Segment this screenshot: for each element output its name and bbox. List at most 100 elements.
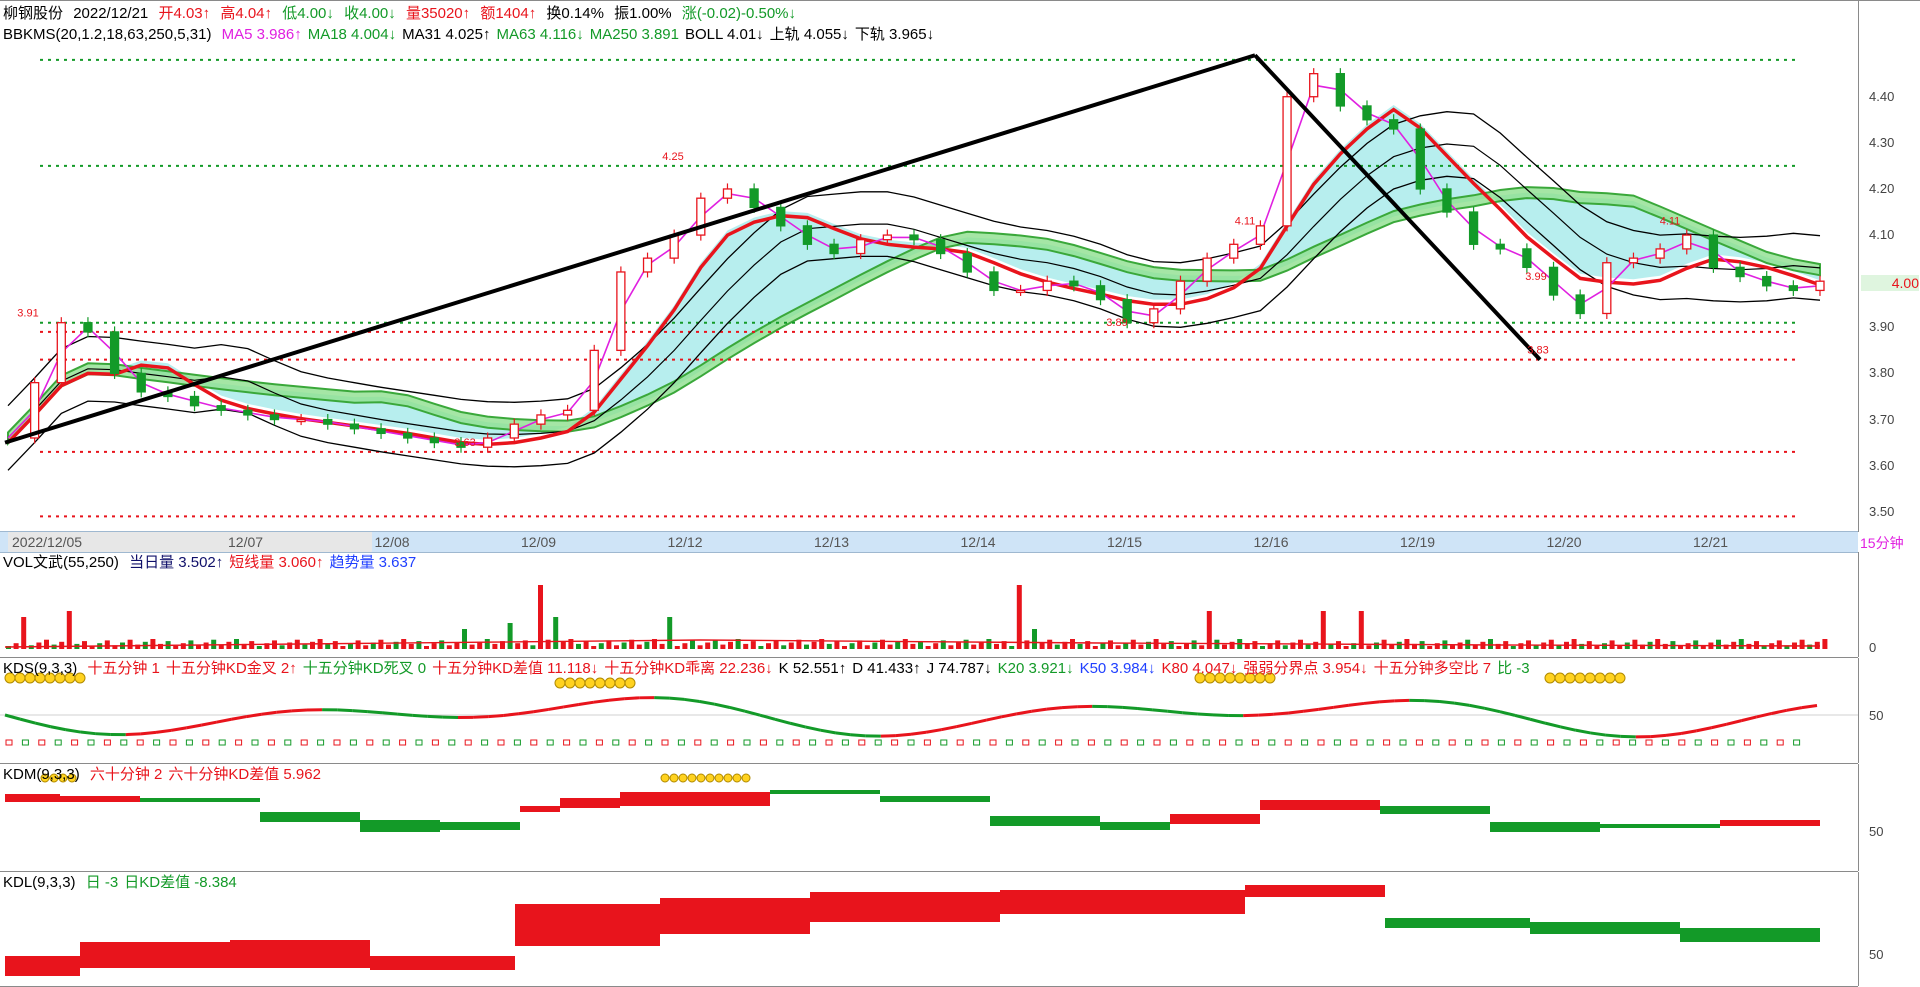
candle-body-52 — [1388, 119, 1399, 130]
vol-bar-151 — [1153, 639, 1159, 649]
kds-dot-66 — [1087, 739, 1095, 746]
kds-seg-117 — [1756, 712, 1773, 719]
vol-bar-132 — [1009, 646, 1015, 649]
kds-indicator-item-11: 强弱分界点 3.954↓ — [1243, 660, 1368, 677]
quote-turnover: 换0.14% — [546, 5, 604, 22]
vol-bar-72 — [553, 617, 559, 649]
kds-seg-10 — [140, 730, 157, 736]
kds-dot-74 — [1219, 739, 1227, 746]
kds-seg-29 — [427, 714, 443, 719]
candle-body-9 — [243, 409, 253, 416]
kds-dot-57 — [940, 739, 948, 746]
kds-seg-57 — [850, 733, 866, 738]
vol-bar-87 — [667, 617, 673, 649]
kds-dot-107 — [1760, 739, 1768, 746]
kds-coin-3-3 — [1574, 672, 1586, 684]
candle-body-43 — [1149, 308, 1159, 324]
vol-bar-114 — [872, 642, 878, 649]
price-chart-svg[interactable]: 3.91 4.25 3.63 3.89 4.11 3.83 3.99 4.11 — [0, 1, 1858, 532]
kds-seg-71 — [1061, 705, 1078, 710]
candle-body-37 — [989, 271, 999, 292]
vol-bar-201 — [1533, 645, 1539, 649]
vol-bar-171 — [1305, 644, 1311, 649]
kds-coin-3-4 — [1584, 672, 1596, 684]
vol-bar-98 — [750, 641, 756, 649]
candle-body-28 — [749, 188, 759, 209]
kds-indicator-name: KDS(9,3,3) — [3, 660, 78, 677]
kds-dot-71 — [1169, 739, 1177, 746]
kdm-step-7 — [560, 798, 620, 808]
vol-bar-136 — [1039, 642, 1045, 649]
kds-seg-55 — [820, 728, 836, 735]
kds-seg-41 — [608, 697, 625, 702]
vol-bar-144 — [1100, 643, 1106, 649]
kdl-pane[interactable]: KDL(9,3,3) 日 -3 日KD差值 -8.384 — [0, 872, 1858, 987]
kdm-step-17 — [1600, 824, 1720, 828]
kds-dot-93 — [1530, 739, 1538, 746]
vol-bar-4 — [36, 642, 42, 649]
vol-bar-19 — [150, 639, 156, 649]
price-pane[interactable]: 柳钢股份 2022/12/21 开4.03↑ 高4.04↑ 低4.00↓ 收4.… — [0, 0, 1858, 533]
kds-seg-6 — [80, 730, 96, 736]
kds-dot-15 — [251, 739, 259, 746]
price-tick-1: 4.30 — [1869, 134, 1895, 150]
candle-body-30 — [802, 225, 813, 245]
candle-body-14 — [376, 428, 386, 435]
kds-dot-24 — [399, 739, 407, 746]
price-tick-8: 3.60 — [1869, 457, 1895, 473]
kds-dot-33 — [546, 739, 554, 746]
price-annotation-6: 3.99 — [1525, 271, 1546, 283]
kdl-step-1 — [80, 942, 230, 968]
vol-bar-126 — [963, 639, 969, 649]
vol-bar-190 — [1450, 645, 1455, 649]
main-indicator-items: MA5 3.986↑ MA18 4.004↓ MA31 4.025↑ MA63 4.1… — [222, 26, 940, 43]
kds-seg-107 — [1605, 733, 1621, 738]
candle-body-45 — [1202, 257, 1212, 282]
kds-seg-5 — [65, 728, 81, 734]
vol-bar-129 — [986, 639, 992, 649]
price-annotation-4: 4.11 — [1235, 215, 1256, 227]
vol-bar-225 — [1716, 639, 1721, 649]
kds-seg-42 — [624, 696, 640, 701]
kds-seg-86 — [1288, 709, 1304, 715]
time-axis[interactable]: 2022/12/05 12/07 12/08 12/09 12/12 12/13 12/14… — [0, 531, 1858, 553]
kdl-step-0 — [5, 956, 80, 976]
kds-pane[interactable]: KDS(9,3,3) 十五分钟 1 十五分钟KD金叉 2↑ 十五分钟KD死叉 0 十五… — [0, 658, 1858, 764]
period-label[interactable]: 15分钟 — [1860, 533, 1904, 553]
vol-bar-130 — [994, 643, 999, 649]
vol-bar-75 — [576, 643, 581, 649]
kds-indicator-item-12: 十五分钟多空比 7 — [1373, 660, 1492, 677]
candle-body-39 — [1042, 280, 1052, 292]
kds-seg-69 — [1031, 707, 1048, 713]
vol-bar-108 — [826, 643, 832, 649]
kds-coin-1-1 — [564, 677, 576, 689]
vol-bar-183 — [1396, 641, 1402, 649]
kds-dot-9 — [153, 739, 161, 746]
kds-dot-19 — [317, 739, 325, 746]
volume-pane[interactable]: VOL文武(55,250) 当日量 3.502↑ 短线量 3.060↑ 趋势量 3.… — [0, 552, 1858, 658]
vol-bar-59 — [454, 642, 460, 649]
candle-body-12 — [323, 418, 333, 425]
vol-bar-118 — [902, 639, 908, 649]
kdm-pane[interactable]: KDM(9,3,3) 六十分钟 2 六十分钟KD差值 5.962 — [0, 764, 1858, 872]
kdm-step-11 — [990, 816, 1100, 826]
kds-dot-39 — [645, 739, 653, 746]
candle-body-40 — [1069, 280, 1079, 287]
vol-bar-148 — [1130, 639, 1136, 649]
vol-indicator-items: 当日量 3.502↑ 短线量 3.060↑ 趋势量 3.637 — [129, 554, 422, 571]
quote-high: 高4.04↑ — [220, 5, 273, 22]
price-tick-5: 3.90 — [1869, 319, 1895, 335]
kdm-axis-50: 50 — [1869, 824, 1884, 839]
kds-dot-7 — [120, 739, 128, 746]
vol-bar-203 — [1548, 639, 1554, 649]
kds-dot-94 — [1547, 739, 1555, 746]
kds-dot-23 — [382, 739, 390, 746]
kds-seg-91 — [1363, 700, 1380, 705]
kdm-coin-1-6 — [714, 773, 724, 783]
vol-bar-44 — [340, 646, 346, 649]
candle-body-16 — [429, 437, 440, 444]
candle-body-18 — [482, 437, 493, 448]
vol-bar-160 — [1222, 644, 1227, 649]
kds-seg-24 — [352, 709, 368, 714]
vol-bar-40 — [310, 641, 315, 649]
